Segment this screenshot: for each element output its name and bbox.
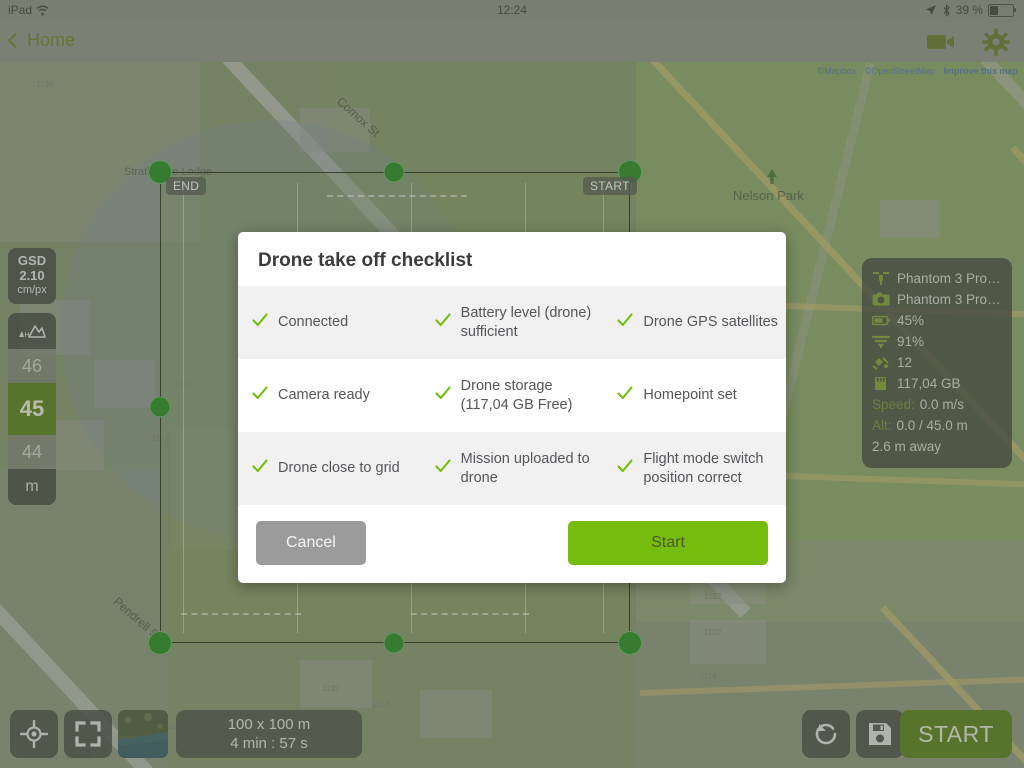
checkmark-icon	[435, 385, 451, 406]
checklist-item-label: Battery level (drone) sufficient	[460, 305, 592, 340]
checklist-item-label: Drone storage (117,04 GB Free)	[460, 378, 573, 413]
checklist-item: Flight mode switch position correct	[603, 432, 786, 505]
checkmark-icon	[435, 313, 451, 327]
checkmark-icon	[617, 385, 633, 406]
takeoff-checklist-dialog: Drone take off checklist Connected Batter…	[238, 232, 786, 584]
checkmark-icon	[617, 459, 633, 473]
checklist-item: Battery level (drone) sufficient	[421, 286, 604, 359]
checkmark-icon	[617, 458, 633, 479]
checklist-item-label: Mission uploaded to drone	[460, 451, 590, 486]
checklist-item-label: Flight mode switch position correct	[643, 451, 764, 486]
checkmark-icon	[435, 386, 451, 400]
checklist-row: Camera ready Drone storage (117,04 GB Fre…	[238, 359, 786, 432]
dialog-title: Drone take off checklist	[258, 250, 473, 271]
checkmark-icon	[252, 313, 268, 327]
checklist-row: Drone close to grid Mission uploaded to d…	[238, 432, 786, 506]
checklist-item: Homepoint set	[603, 359, 786, 432]
checkmark-icon	[435, 312, 451, 333]
cancel-button[interactable]: Cancel	[256, 521, 366, 566]
checkmark-icon	[252, 458, 268, 479]
checklist-item-label: Connected	[278, 314, 349, 331]
dialog-actions: Cancel Start	[238, 505, 786, 583]
checklist-item-label: Drone close to grid	[278, 460, 400, 477]
checklist-item: Mission uploaded to drone	[421, 432, 604, 505]
checkmark-icon	[435, 459, 451, 473]
checklist-item: Drone storage (117,04 GB Free)	[421, 359, 604, 432]
checklist-item: Drone GPS satellites	[603, 286, 786, 359]
checklist-item-label: Camera ready	[278, 387, 370, 404]
checklist-item: Connected	[238, 286, 421, 359]
checkmark-icon	[252, 386, 268, 400]
checkmark-icon	[252, 385, 268, 406]
drone-mission-screen: Comox StStrathmore LodgeNelson ParkMole …	[0, 0, 1024, 768]
checklist-item-label: Homepoint set	[643, 387, 737, 404]
checklist-item-label: Drone GPS satellites	[643, 314, 778, 331]
checkmark-icon	[435, 458, 451, 479]
checkmark-icon	[617, 312, 633, 333]
checklist-item: Camera ready	[238, 359, 421, 432]
checkmark-icon	[617, 386, 633, 400]
checkmark-icon	[617, 313, 633, 327]
checkmark-icon	[252, 312, 268, 333]
checklist-rows: Connected Battery level (drone) sufficien…	[238, 286, 786, 506]
checklist-item: Drone close to grid	[238, 432, 421, 505]
checkmark-icon	[252, 459, 268, 473]
checklist-row: Connected Battery level (drone) sufficien…	[238, 286, 786, 360]
start-button[interactable]: Start	[568, 521, 768, 566]
